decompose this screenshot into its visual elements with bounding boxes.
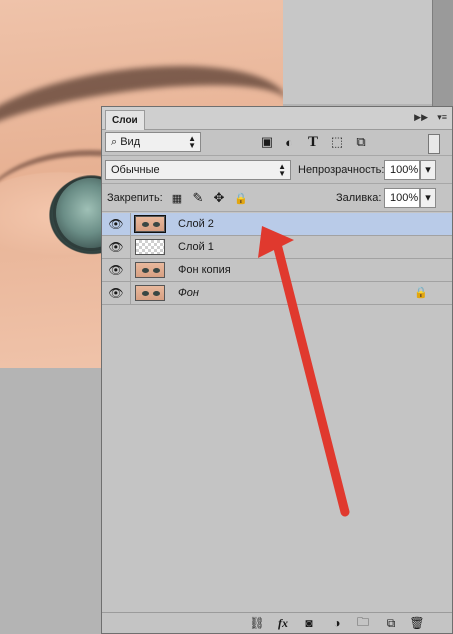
delete-layer-icon[interactable]: 🗑 [408,615,426,631]
lock-all-icon[interactable]: 🔒 [232,188,250,208]
filter-kind-label: Вид [120,136,141,148]
divider [102,155,452,156]
divider [102,183,452,184]
spinner-arrows-icon: ▲ ▼ [188,134,196,150]
type-filter-icon[interactable]: T [304,132,322,152]
link-layers-icon[interactable]: ⛓ [248,615,266,631]
layer-row-fon[interactable]: 👁 Фон 🔒 [102,282,452,305]
eye-icon[interactable]: 👁 [102,259,131,281]
opacity-label: Непрозрачность: [298,164,385,176]
double-chevron-right-icon[interactable]: ▶▶ [414,112,428,123]
lock-icon[interactable]: 🔒 [414,286,428,299]
layers-panel: Слои ▶▶ ▾≡ ⌕ Вид ▲ ▼ ▣ ◐ T ⬚ ⧉ Обычные ▲ ▼… [101,106,453,634]
panel-menu-icon[interactable]: ▾≡ [437,112,447,123]
layer-thumbnail[interactable] [135,239,165,255]
blend-mode-select[interactable]: Обычные ▲ ▼ [105,160,291,180]
layers-list: 👁 Слой 2 👁 Слой 1 👁 Фон копия 👁 Фон 🔒 [102,213,452,305]
pixel-filter-icon[interactable]: ▣ [258,132,276,152]
lock-brush-icon[interactable]: ✎ [189,188,207,208]
chevron-down-icon[interactable]: ▾ [420,188,436,208]
layer-name[interactable]: Фон [178,282,199,304]
spinner-arrows-icon: ▲ ▼ [278,162,286,178]
fill-label: Заливка: [336,192,382,204]
search-icon: ⌕ [111,136,121,148]
layer-thumbnail[interactable] [135,285,165,301]
lock-position-icon[interactable]: ✥ [210,188,228,208]
workspace-background [283,0,432,104]
adjustment-filter-icon[interactable]: ◐ [280,132,298,152]
layer-row-sloy-2[interactable]: 👁 Слой 2 [102,213,452,236]
layer-thumbnail[interactable] [134,215,166,233]
blend-mode-value: Обычные [111,164,160,176]
add-mask-icon[interactable]: ◙ [300,615,318,631]
chevron-down-icon[interactable]: ▾ [420,160,436,180]
eye-icon[interactable]: 👁 [102,236,131,258]
eye-icon[interactable]: 👁 [102,282,131,304]
fx-icon[interactable]: fx [274,615,292,631]
opacity-input[interactable]: 100% [384,160,420,180]
layer-name[interactable]: Фон копия [178,259,231,281]
lock-transparency-icon[interactable]: ▦ [168,188,186,208]
new-layer-icon[interactable]: ⧉ [382,615,400,631]
smart-object-filter-icon[interactable]: ⧉ [352,132,370,152]
filter-toggle-switch[interactable] [428,134,440,154]
layers-bottom-toolbar: ⛓ fx ◙ ◑ 🗀 ⧉ 🗑 [102,612,452,633]
layer-name[interactable]: Слой 2 [178,213,214,235]
divider [102,211,452,212]
shape-filter-icon[interactable]: ⬚ [328,132,346,152]
fill-input[interactable]: 100% [384,188,420,208]
adjustment-layer-icon[interactable]: ◑ [328,615,346,631]
layer-row-fon-kopiya[interactable]: 👁 Фон копия [102,259,452,282]
new-group-icon[interactable]: 🗀 [354,615,372,631]
layer-thumbnail[interactable] [135,262,165,278]
tab-layers[interactable]: Слои [105,110,145,130]
lock-label: Закрепить: [107,192,163,204]
eye-icon[interactable]: 👁 [102,213,131,235]
layer-name[interactable]: Слой 1 [178,236,214,258]
panel-titlebar: Слои ▶▶ ▾≡ [102,107,452,130]
layer-row-sloy-1[interactable]: 👁 Слой 1 [102,236,452,259]
layer-filter-select[interactable]: ⌕ Вид ▲ ▼ [105,132,201,152]
